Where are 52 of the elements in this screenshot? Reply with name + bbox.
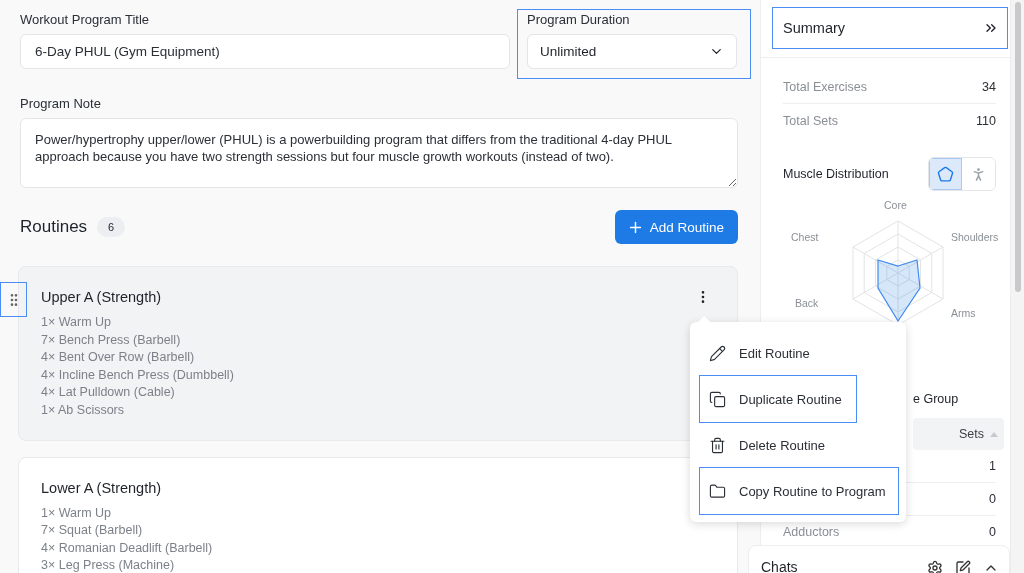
section-title: e Group [913, 392, 960, 406]
duration-select[interactable]: Unlimited [527, 34, 737, 69]
axis-label: Core [884, 199, 907, 211]
exercise-line: 1× Warm Up [41, 504, 112, 522]
table-cell: 1 [989, 459, 996, 473]
exercise-line: 4× Incline Bench Press (Dumbbell) [41, 366, 234, 384]
table-cell: 0 [989, 525, 996, 539]
table-header[interactable]: Sets [913, 418, 1004, 450]
stat-value: 34 [982, 80, 996, 94]
copy-icon [709, 390, 726, 408]
exercise-line: 7× Bench Press (Barbell) [41, 331, 181, 349]
pentagon-icon [937, 165, 954, 183]
summary-header[interactable]: Summary [773, 8, 1007, 48]
axis-label: Arms [951, 307, 976, 319]
routine-card[interactable]: Lower A (Strength) 1× Warm Up 7× Squat (Barbell) 4× Romanian Deadlift (Barbell) 3× Leg Press (Machine) [18, 456, 738, 573]
stat-label: Total Exercises [783, 80, 868, 94]
routine-title: Lower A (Strength) [41, 479, 162, 496]
add-routine-button[interactable]: Add Routine [614, 210, 738, 244]
pencil-icon [709, 344, 726, 362]
pentagon-icon-button[interactable] [929, 158, 962, 190]
note-textarea[interactable]: Power/hypertrophy upper/lower (PHUL) is a powerbuilding program that differs from the traditional 4-day PHUL approach because you have two strength sessions but four muscle growth workouts (instead of two). [20, 118, 738, 188]
edit-icon[interactable] [955, 560, 971, 573]
settings-icon[interactable] [927, 560, 943, 573]
title-input[interactable]: 6-Day PHUL (Gym Equipment) [20, 34, 510, 69]
exercise-line: 4× Lat Pulldown (Cable) [41, 384, 175, 402]
field-label: Program Note [20, 95, 102, 111]
stat-value: 110 [976, 113, 996, 128]
routine-card[interactable]: Upper A (Strength) 1× Warm Up 7× Bench Press (Barbell) 4× Bent Over Row (Barbell) 4× Incline Bench Press (Dumbbell) 4× Lat Pulldown (Cable) 1× Ab Scissors [18, 266, 738, 441]
sort-up-icon [990, 431, 998, 437]
exercise-line: 1× Ab Scissors [41, 401, 125, 419]
exercise-line: 4× Bent Over Row (Barbell) [41, 349, 195, 367]
exercise-line: 7× Squat (Barbell) [41, 522, 143, 540]
axis-label: Chest [791, 231, 819, 243]
table-cell: Adductors [783, 525, 840, 539]
axis-label: Shoulders [951, 231, 999, 243]
axis-label: Back [795, 297, 819, 309]
drag-handle-icon[interactable] [0, 282, 27, 317]
section-title: Muscle Distribution [783, 167, 889, 181]
exercise-line: 3× Leg Press (Machine) [41, 557, 175, 573]
section-title: Routines [20, 217, 88, 237]
field-label: Program Duration [527, 11, 631, 27]
routine-title: Upper A (Strength) [41, 289, 162, 305]
count-badge: 6 [97, 217, 126, 237]
exercise-line: 1× Warm Up [41, 314, 112, 331]
folder-icon [709, 482, 726, 500]
chats-title: Chats [761, 560, 798, 573]
trash-icon [709, 436, 726, 454]
table-cell: 0 [989, 492, 996, 506]
exercise-line: 4× Romanian Deadlift (Barbell) [41, 539, 213, 557]
scrollbar-thumb[interactable] [1015, 2, 1021, 292]
field-label: Workout Program Title [20, 11, 151, 27]
stat-label: Total Sets [783, 113, 838, 128]
